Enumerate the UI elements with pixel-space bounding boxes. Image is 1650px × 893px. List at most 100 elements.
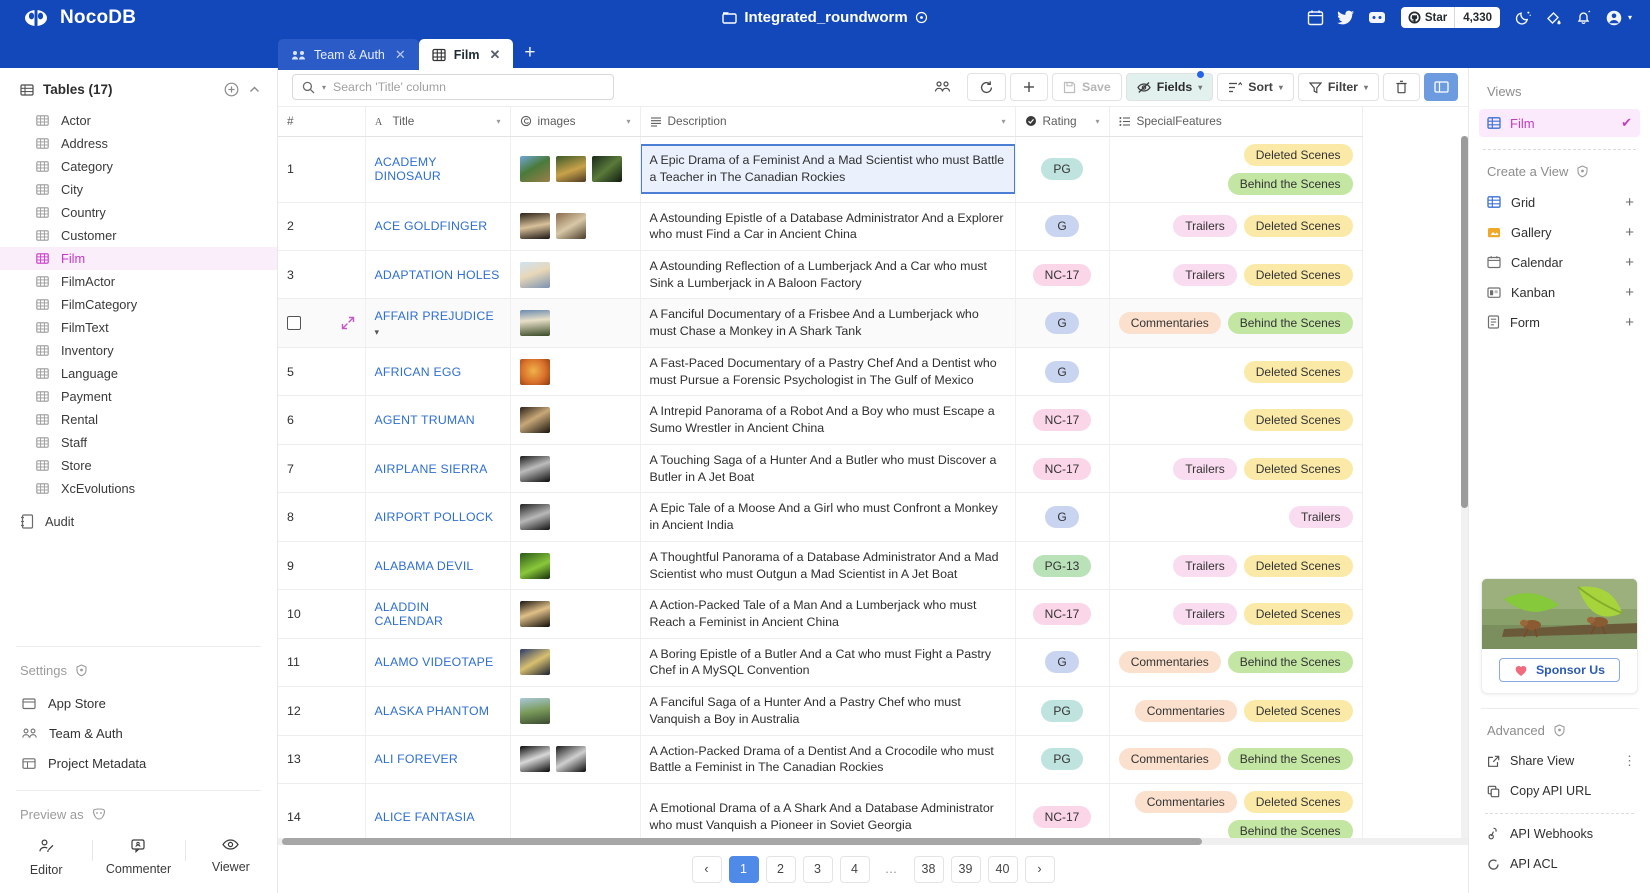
attachment-thumbnail[interactable] xyxy=(555,156,586,182)
row-number-cell[interactable]: 12 xyxy=(278,686,366,736)
images-cell[interactable] xyxy=(510,638,641,688)
title-link[interactable]: ALI FOREVER xyxy=(375,752,459,766)
description-cell[interactable]: A Action-Packed Tale of a Man And a Lumb… xyxy=(640,589,1016,639)
pagination-page-3[interactable]: 3 xyxy=(802,855,833,883)
row-number-cell[interactable]: 2 xyxy=(278,202,366,251)
specialfeatures-cell[interactable]: Trailers xyxy=(1109,492,1363,542)
title-link[interactable]: ALADDIN CALENDAR xyxy=(375,600,444,628)
title-link[interactable]: ACE GOLDFINGER xyxy=(375,219,488,233)
create-view-calendar[interactable]: Calendar + xyxy=(1469,247,1650,277)
rating-cell[interactable]: NC-17 xyxy=(1015,589,1110,639)
view-item-film[interactable]: Film ✔ xyxy=(1479,109,1640,137)
rating-cell[interactable]: NC-17 xyxy=(1015,395,1110,445)
column-chevron-down-icon[interactable]: ▾ xyxy=(496,117,500,126)
row-number-cell[interactable]: 14 xyxy=(278,783,366,838)
rating-cell[interactable]: NC-17 xyxy=(1015,250,1110,300)
table-row[interactable]: 10 ALADDIN CALENDAR A Action-Packed Tale o… xyxy=(278,589,1363,639)
create-view-gallery[interactable]: Gallery + xyxy=(1469,217,1650,247)
grid-horizontal-scrollbar[interactable] xyxy=(278,838,1468,845)
specialfeatures-cell[interactable]: Commentaries Behind the Scenes xyxy=(1109,735,1363,785)
attachment-thumbnail[interactable] xyxy=(555,213,586,240)
column-header-rating[interactable]: Rating ▾ xyxy=(1015,107,1110,137)
plus-icon[interactable]: + xyxy=(1625,224,1634,241)
add-table-icon[interactable] xyxy=(224,82,239,97)
title-cell[interactable]: ACADEMY DINOSAUR xyxy=(365,136,511,203)
specialfeatures-cell[interactable]: Deleted Scenes xyxy=(1109,395,1363,445)
rating-cell[interactable]: PG xyxy=(1015,686,1110,736)
specialfeatures-cell[interactable]: Deleted Scenes Behind the Scenes xyxy=(1109,136,1363,203)
discord-icon[interactable] xyxy=(1368,10,1386,25)
pagination-page-2[interactable]: 2 xyxy=(765,855,796,883)
sidebar-table-category[interactable]: Category xyxy=(0,155,277,178)
column-header-title[interactable]: A Title ▾ xyxy=(365,107,511,137)
table-row[interactable]: 3 ADAPTATION HOLES A Astounding Reflection… xyxy=(278,250,1363,300)
row-number-cell[interactable]: 1 xyxy=(278,136,366,203)
plus-icon[interactable]: + xyxy=(1625,284,1634,301)
specialfeatures-cell[interactable]: Trailers Deleted Scenes xyxy=(1109,541,1363,591)
pagination-page-4[interactable]: 4 xyxy=(839,855,870,883)
images-cell[interactable] xyxy=(510,298,641,348)
theme-paint-icon[interactable] xyxy=(1545,9,1562,26)
sidebar-table-language[interactable]: Language xyxy=(0,362,277,385)
description-cell[interactable]: A Astounding Epistle of a Database Admin… xyxy=(640,202,1016,251)
row-number-cell[interactable]: 5 xyxy=(278,347,366,397)
title-link[interactable]: ALICE FANTASIA xyxy=(375,810,475,824)
title-cell[interactable]: ALABAMA DEVIL xyxy=(365,541,511,591)
create-view-kanban[interactable]: Kanban + xyxy=(1469,277,1650,307)
row-number-cell[interactable]: 3 xyxy=(278,250,366,300)
title-link[interactable]: AIRPLANE SIERRA xyxy=(375,462,488,476)
column-header-images[interactable]: images ▾ xyxy=(510,107,641,137)
preview-role-editor[interactable]: Editor xyxy=(0,838,92,877)
github-star-button[interactable]: Star 4,330 xyxy=(1400,7,1500,28)
brand[interactable]: NocoDB xyxy=(0,7,290,29)
table-row[interactable]: 12 ALASKA PHANTOM A Fanciful Saga of a Hun… xyxy=(278,686,1363,736)
images-cell[interactable] xyxy=(510,250,641,300)
images-cell[interactable] xyxy=(510,202,641,251)
cell-chevron-down-icon[interactable]: ▾ xyxy=(375,327,501,338)
sidebar-table-rental[interactable]: Rental xyxy=(0,408,277,431)
table-row[interactable]: 13 ALI FOREVER A Action-Packed Drama of a … xyxy=(278,735,1363,785)
attachment-thumbnail[interactable] xyxy=(519,358,550,385)
sidebar-table-address[interactable]: Address xyxy=(0,132,277,155)
title-cell[interactable]: ALAMO VIDEOTAPE xyxy=(365,638,511,688)
sidebar-table-customer[interactable]: Customer xyxy=(0,224,277,247)
title-link[interactable]: ACADEMY DINOSAUR xyxy=(375,155,442,183)
column-chevron-down-icon[interactable]: ▾ xyxy=(626,117,630,126)
row-number-cell[interactable]: 11 xyxy=(278,638,366,688)
images-cell[interactable] xyxy=(510,589,641,639)
row-number-cell[interactable]: 10 xyxy=(278,589,366,639)
pagination-page-1[interactable]: 1 xyxy=(728,855,759,883)
sidebar-item-team-auth[interactable]: Team & Auth xyxy=(0,718,277,748)
description-cell[interactable]: A Action-Packed Drama of a Dentist And a… xyxy=(640,735,1016,785)
title-link[interactable]: AGENT TRUMAN xyxy=(375,413,475,427)
attachment-thumbnail[interactable] xyxy=(555,746,586,773)
search-input[interactable] xyxy=(333,80,604,94)
twitter-icon[interactable] xyxy=(1336,10,1355,26)
sidebar-table-xcevolutions[interactable]: XcEvolutions xyxy=(0,477,277,500)
title-link[interactable]: AFRICAN EGG xyxy=(375,365,462,379)
sidebar-table-filmactor[interactable]: FilmActor xyxy=(0,270,277,293)
preview-role-viewer[interactable]: Viewer xyxy=(184,838,277,877)
tab-team-auth[interactable]: Team & Auth ✕ xyxy=(278,39,419,70)
title-cell[interactable]: AIRPORT POLLOCK xyxy=(365,492,511,542)
pagination-prev-button[interactable]: ‹ xyxy=(691,855,722,883)
scrollbar-thumb[interactable] xyxy=(1461,136,1468,508)
account-chevron-down-icon[interactable]: ▾ xyxy=(1628,13,1632,22)
description-cell[interactable]: A Astounding Reflection of a Lumberjack … xyxy=(640,250,1016,300)
table-row[interactable]: 11 ALAMO VIDEOTAPE A Boring Epistle of a B… xyxy=(278,638,1363,688)
overflow-menu-icon[interactable]: ⋮ xyxy=(1623,753,1636,769)
images-cell[interactable] xyxy=(510,492,641,542)
images-cell[interactable] xyxy=(510,136,641,203)
column-header-rownum[interactable]: # xyxy=(278,107,366,137)
attachment-thumbnail[interactable] xyxy=(519,746,550,773)
rating-cell[interactable]: NC-17 xyxy=(1015,783,1110,838)
moon-icon[interactable] xyxy=(1515,9,1532,26)
rating-cell[interactable]: PG xyxy=(1015,735,1110,785)
rating-cell[interactable]: PG-13 xyxy=(1015,541,1110,591)
search-box[interactable]: ▾ xyxy=(292,74,614,100)
title-link[interactable]: ALAMO VIDEOTAPE xyxy=(375,655,494,669)
pagination-page-38[interactable]: 38 xyxy=(913,855,944,883)
title-cell[interactable]: ACE GOLDFINGER xyxy=(365,202,511,251)
create-view-grid[interactable]: Grid + xyxy=(1469,187,1650,217)
plus-icon[interactable]: + xyxy=(1625,314,1634,331)
